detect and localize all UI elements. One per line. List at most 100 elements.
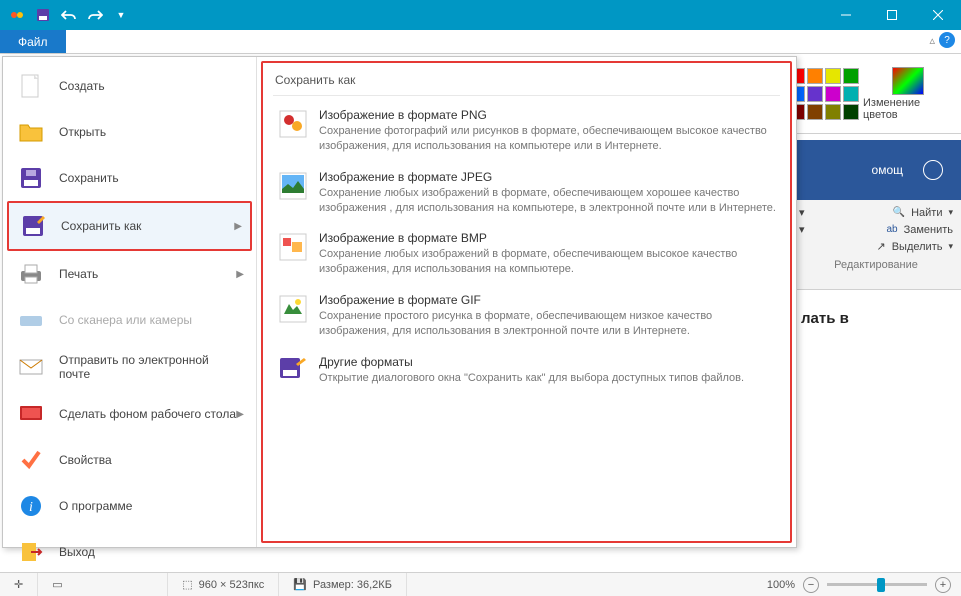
format-title: Изображение в формате JPEG: [319, 170, 776, 184]
word-editing-group: ▾ 🔍Найти ▾ ▾abЗаменить ↗Выделить▾ Редакт…: [791, 200, 961, 290]
undo-icon[interactable]: [58, 4, 80, 26]
menu-label: Сохранить как: [61, 219, 141, 233]
find-button[interactable]: Найти: [911, 207, 942, 219]
menu-save[interactable]: Сохранить: [7, 155, 252, 201]
format-desc: Сохранение любых изображений в формате, …: [319, 186, 776, 216]
info-icon: i: [17, 493, 45, 519]
submenu-arrow-icon: ▶: [236, 409, 244, 420]
close-button[interactable]: [915, 0, 961, 30]
menu-label: О программе: [59, 499, 132, 513]
menu-label: Свойства: [59, 453, 112, 467]
menu-new[interactable]: Создать: [7, 63, 252, 109]
crosshair-icon: ✛: [14, 578, 23, 591]
color-swatch[interactable]: [807, 86, 823, 102]
menu-save-as[interactable]: Сохранить как ▶: [7, 201, 252, 251]
submenu-title: Сохранить как: [273, 69, 780, 96]
format-title: Изображение в формате BMP: [319, 231, 776, 245]
color-swatch[interactable]: [807, 68, 823, 84]
menu-label: Отправить по электронной почте: [59, 353, 242, 381]
minimize-button[interactable]: [823, 0, 869, 30]
titlebar: ▼: [0, 0, 961, 30]
format-icon: [277, 293, 309, 325]
color-swatch[interactable]: [825, 104, 841, 120]
app-icon: [6, 4, 28, 26]
color-swatch[interactable]: [825, 86, 841, 102]
color-spectrum-icon: [892, 67, 924, 95]
save-icon: [17, 165, 45, 191]
collapse-ribbon-icon[interactable]: ▵: [929, 34, 935, 47]
statusbar: ✛ ▭ ⬚ 960 × 523пкс 💾 Размер: 36,2КБ 100% −…: [0, 572, 961, 596]
menu-wallpaper[interactable]: Сделать фоном рабочего стола▶: [7, 391, 252, 437]
menu-email[interactable]: Отправить по электронной почте: [7, 343, 252, 391]
color-swatch[interactable]: [843, 86, 859, 102]
email-icon: [17, 354, 45, 380]
menu-about[interactable]: i О программе: [7, 483, 252, 529]
select-button[interactable]: Выделить: [892, 241, 943, 253]
file-menu: Создать Открыть Сохранить Сохранить как ▶…: [2, 56, 797, 548]
open-icon: [17, 119, 45, 145]
edit-colors-button[interactable]: Изменение цветов: [863, 67, 953, 121]
menu-exit[interactable]: Выход: [7, 529, 252, 575]
print-icon: [17, 261, 45, 287]
zoom-in-button[interactable]: +: [935, 577, 951, 593]
styles-dropdown[interactable]: ▾: [799, 206, 805, 219]
format-option[interactable]: Изображение в формате GIFСохранение прос…: [273, 285, 780, 347]
zoom-control: 100% − +: [757, 577, 961, 593]
replace-button[interactable]: Заменить: [904, 224, 953, 236]
new-icon: [17, 73, 45, 99]
disk-icon: 💾: [293, 578, 307, 591]
menu-print[interactable]: Печать▶: [7, 251, 252, 297]
format-option[interactable]: Изображение в формате JPEG Сохранение люб…: [273, 162, 780, 224]
selection-icon: ▭: [52, 578, 62, 591]
save-qat-icon[interactable]: [32, 4, 54, 26]
format-desc: Сохранение любых изображений в формате, …: [319, 247, 776, 277]
format-option[interactable]: Изображение в формате PNGСохранение фото…: [273, 100, 780, 162]
color-swatch[interactable]: [843, 68, 859, 84]
menu-open[interactable]: Открыть: [7, 109, 252, 155]
menu-properties[interactable]: Свойства: [7, 437, 252, 483]
menu-label: Создать: [59, 79, 105, 93]
file-tab[interactable]: Файл: [0, 30, 66, 53]
word-tab-label[interactable]: омощ: [872, 163, 903, 177]
word-document-area: лать в: [791, 290, 961, 347]
menu-label: Сохранить: [59, 171, 119, 185]
submenu-arrow-icon: ▶: [234, 221, 242, 232]
format-option[interactable]: Другие форматыОткрытие диалогового окна …: [273, 347, 780, 395]
file-size-value: Размер: 36,2КБ: [313, 579, 392, 591]
selection-size: ▭: [38, 573, 168, 596]
color-swatch[interactable]: [807, 104, 823, 120]
menu-label: Выход: [59, 545, 95, 559]
desktop-icon: [17, 401, 45, 427]
canvas-dimensions: ⬚ 960 × 523пкс: [168, 573, 279, 596]
format-icon: [277, 170, 309, 202]
qat-dropdown-icon[interactable]: ▼: [110, 4, 132, 26]
menu-scanner[interactable]: Со сканера или камеры: [7, 297, 252, 343]
zoom-thumb[interactable]: [877, 578, 885, 592]
maximize-button[interactable]: [869, 0, 915, 30]
redo-icon[interactable]: [84, 4, 106, 26]
help-icon[interactable]: ?: [939, 32, 955, 48]
dimensions-icon: ⬚: [182, 578, 192, 591]
user-avatar-icon[interactable]: [923, 160, 943, 180]
color-swatches[interactable]: [789, 68, 859, 120]
tabbar: Файл ▵ ?: [0, 30, 961, 54]
color-swatch[interactable]: [843, 104, 859, 120]
editing-group-label: Редактирование: [799, 259, 953, 271]
menu-label: Открыть: [59, 125, 106, 139]
dimensions-value: 960 × 523пкс: [199, 579, 265, 591]
file-size-seg: 💾 Размер: 36,2КБ: [279, 573, 407, 596]
save-as-icon: [19, 213, 47, 239]
style-dropdown-2[interactable]: ▾: [799, 223, 805, 236]
format-desc: Сохранение простого рисунка в формате, о…: [319, 309, 776, 339]
save-as-submenu: Сохранить как Изображение в формате PNGС…: [261, 61, 792, 543]
format-icon: [277, 231, 309, 263]
format-icon: [277, 355, 309, 387]
edit-colors-label: Изменение цветов: [863, 97, 953, 121]
zoom-out-button[interactable]: −: [803, 577, 819, 593]
format-option[interactable]: Изображение в формате BMP Сохранение любы…: [273, 223, 780, 285]
format-desc: Открытие диалогового окна "Сохранить как…: [319, 371, 744, 386]
zoom-slider[interactable]: [827, 583, 927, 586]
ribbon-colors-group: Изменение цветов: [781, 54, 961, 134]
color-swatch[interactable]: [825, 68, 841, 84]
submenu-arrow-icon: ▶: [236, 269, 244, 280]
